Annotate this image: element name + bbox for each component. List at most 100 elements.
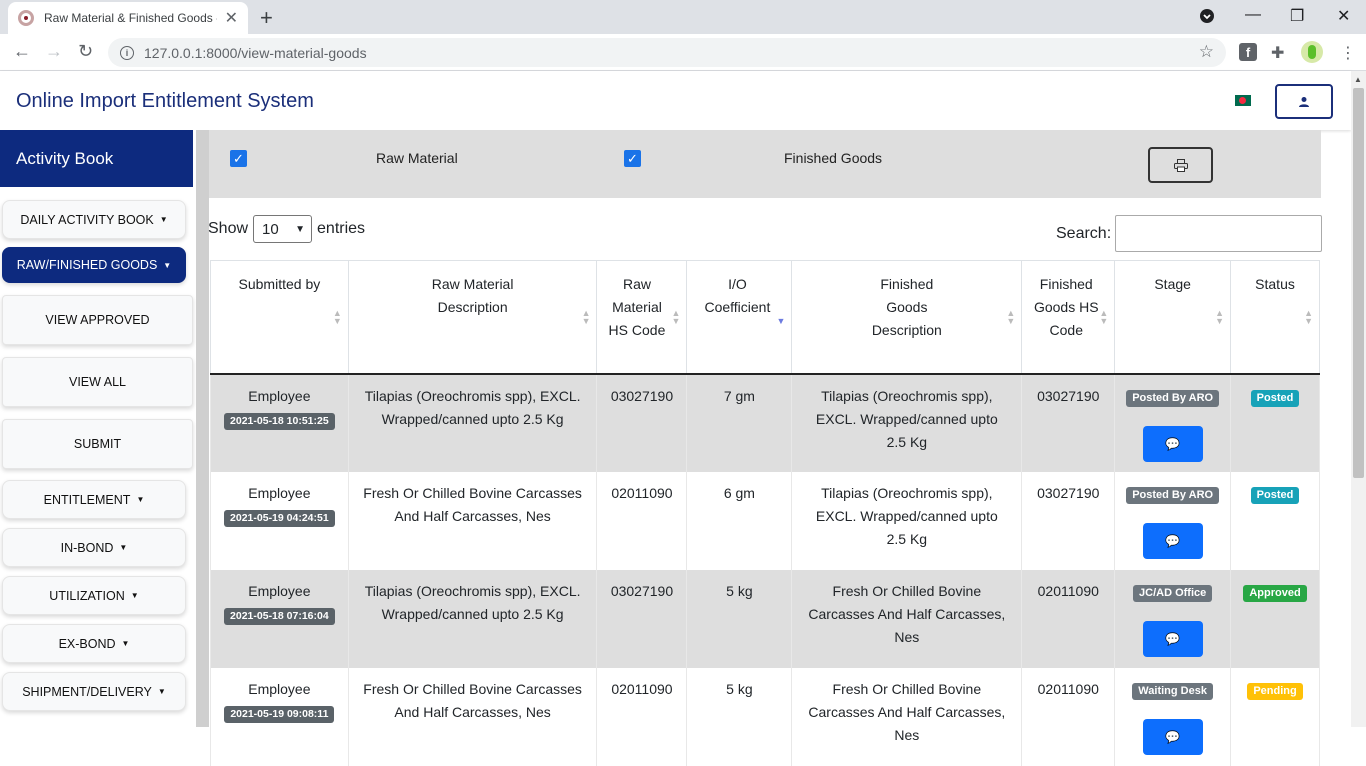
status-badge: Approved xyxy=(1243,584,1307,602)
sidebar-item-label: VIEW ALL xyxy=(69,375,126,389)
header-finished-goods-hs-code[interactable]: Finished Goods HS Code ▲ ▼ xyxy=(1021,260,1116,375)
close-tab-icon[interactable]: ✕ xyxy=(225,8,238,28)
header-raw-material-description[interactable]: Raw Material Description ▲ ▼ xyxy=(347,260,598,375)
comment-button[interactable]: 💬 xyxy=(1142,620,1203,657)
cell-stage: Posted By ARO 💬 xyxy=(1114,373,1232,472)
sort-icon: ▲ ▼ xyxy=(1006,308,1016,326)
new-tab-icon[interactable]: + xyxy=(260,5,273,31)
submitted-date-badge: 2021-05-19 09:08:11 xyxy=(224,705,335,723)
browser-menu-icon[interactable]: ⋮ xyxy=(1340,43,1358,62)
extensions-puzzle-icon[interactable]: ✚ xyxy=(1271,43,1289,62)
cell-stage: Posted By ARO 💬 xyxy=(1114,471,1232,570)
caret-down-icon: ▼ xyxy=(121,639,130,648)
cell-io-coefficient: 7 gm xyxy=(686,373,793,472)
submitted-date-badge: 2021-05-19 04:24:51 xyxy=(224,509,335,527)
caret-down-icon: ▼ xyxy=(136,495,145,504)
profile-avatar-icon[interactable] xyxy=(1301,41,1323,63)
printer-icon xyxy=(1173,158,1188,172)
cell-submitted-by: Employee 2021-05-18 10:51:25 xyxy=(210,373,349,472)
page-scrollbar[interactable]: ▲ xyxy=(1351,71,1366,727)
sidebar-item-label: EX-BOND xyxy=(58,636,116,651)
browser-tab[interactable]: Raw Material & Finished Goods - ... ✕ xyxy=(8,2,248,34)
comment-button[interactable]: 💬 xyxy=(1142,718,1203,755)
search-label: Search: xyxy=(1056,224,1112,242)
sidebar-item-view-all[interactable]: VIEW ALL xyxy=(2,357,193,407)
cell-raw-hs-code: 02011090 xyxy=(596,667,688,766)
close-window-icon[interactable]: ✕ xyxy=(1337,6,1350,26)
comment-icon: 💬 xyxy=(1165,631,1181,646)
entries-label: entries xyxy=(317,220,366,237)
reload-icon[interactable]: ↻ xyxy=(78,41,93,62)
sidebar-item-in-bond[interactable]: IN-BOND ▼ xyxy=(2,528,186,567)
cell-submitted-by: Employee 2021-05-19 04:24:51 xyxy=(210,471,349,570)
entries-select[interactable]: 10 ▼ xyxy=(253,215,313,243)
cell-io-coefficient: 5 kg xyxy=(686,569,793,668)
user-icon xyxy=(1299,96,1309,107)
sidebar-item-label: RAW/FINISHED GOODS xyxy=(16,258,158,272)
header-finished-goods-description[interactable]: Finished Goods Description ▲ ▼ xyxy=(791,260,1023,375)
cell-fg-hs-code: 03027190 xyxy=(1021,373,1116,472)
user-menu-button[interactable] xyxy=(1275,84,1333,119)
back-icon[interactable]: ← xyxy=(13,41,31,62)
sidebar-item-shipment-delivery[interactable]: SHIPMENT/DELIVERY ▼ xyxy=(2,672,186,711)
stage-badge: JC/AD Office xyxy=(1133,584,1213,602)
sort-icon: ▲ ▼ xyxy=(332,308,342,326)
minimize-icon[interactable]: — xyxy=(1245,6,1261,24)
sidebar-item-entitlement[interactable]: ENTITLEMENT ▼ xyxy=(2,480,186,519)
sidebar-item-daily-activity-book[interactable]: DAILY ACTIVITY BOOK ▼ xyxy=(2,200,186,239)
stage-badge: Waiting Desk xyxy=(1132,682,1213,700)
comment-button[interactable]: 💬 xyxy=(1142,425,1203,462)
header-io-coefficient[interactable]: I/O Coefficient ▼ xyxy=(686,260,793,375)
sidebar-item-raw-finished-goods[interactable]: RAW/FINISHED GOODS ▼ xyxy=(2,247,186,283)
facebook-extension-icon[interactable]: f xyxy=(1239,43,1257,61)
sidebar-item-utilization[interactable]: UTILIZATION ▼ xyxy=(2,576,186,615)
header-status[interactable]: Status ▲ ▼ xyxy=(1230,260,1320,375)
table-header-row: Submitted by ▲ ▼ Raw Material Description ▲… xyxy=(210,260,1320,375)
cell-fg-hs-code: 03027190 xyxy=(1021,471,1116,570)
caret-down-icon: ▼ xyxy=(163,260,172,270)
forward-icon[interactable]: → xyxy=(45,41,63,62)
comment-icon: 💬 xyxy=(1165,729,1181,744)
finished-goods-checkbox[interactable]: ✓ xyxy=(624,150,641,167)
sidebar-item-ex-bond[interactable]: EX-BOND ▼ xyxy=(2,624,186,663)
caret-down-icon: ▼ xyxy=(159,215,168,224)
cell-fg-description: Tilapias (Oreochromis spp), EXCL. Wrappe… xyxy=(791,471,1023,570)
show-entries-control: Show 10 ▼ entries xyxy=(208,215,365,243)
material-goods-table: Submitted by ▲ ▼ Raw Material Description ▲… xyxy=(210,260,1320,766)
search-control: Search: xyxy=(1056,215,1323,252)
bangladesh-flag-icon[interactable] xyxy=(1235,95,1251,106)
site-info-icon[interactable]: i xyxy=(120,45,134,60)
table-row: Employee 2021-05-18 07:16:04 Tilapias (Or… xyxy=(210,569,1320,668)
submitted-date-badge: 2021-05-18 07:16:04 xyxy=(224,607,335,625)
cell-fg-hs-code: 02011090 xyxy=(1021,667,1116,766)
table-row: Employee 2021-05-18 10:51:25 Tilapias (Or… xyxy=(210,373,1320,472)
scrollbar-thumb[interactable] xyxy=(1353,88,1364,478)
restore-icon[interactable]: ❐ xyxy=(1290,6,1304,26)
raw-material-checkbox[interactable]: ✓ xyxy=(230,150,247,167)
stage-badge: Posted By ARO xyxy=(1126,486,1220,504)
cell-raw-hs-code: 03027190 xyxy=(596,569,688,668)
sidebar-item-label: DAILY ACTIVITY BOOK xyxy=(20,212,154,227)
cell-raw-hs-code: 03027190 xyxy=(596,373,688,472)
sidebar-item-view-approved[interactable]: VIEW APPROVED xyxy=(2,295,193,345)
bookmark-star-icon[interactable]: ☆ xyxy=(1199,42,1214,62)
header-stage[interactable]: Stage ▲ ▼ xyxy=(1114,260,1232,375)
comment-button[interactable]: 💬 xyxy=(1142,522,1203,559)
sidebar-item-submit[interactable]: SUBMIT xyxy=(2,419,193,469)
print-button[interactable] xyxy=(1148,147,1213,183)
scroll-up-icon[interactable]: ▲ xyxy=(1354,75,1362,84)
comment-icon: 💬 xyxy=(1165,436,1181,451)
sidebar-item-label: UTILIZATION xyxy=(49,588,125,603)
sidebar-item-label: VIEW APPROVED xyxy=(45,313,150,327)
filter-bar: ✓ Raw Material ✓ Finished Goods xyxy=(209,130,1321,198)
table-row: Employee 2021-05-19 04:24:51 Fresh Or Chi… xyxy=(210,471,1320,570)
address-bar[interactable]: i 127.0.0.1:8000/view-material-goods ☆ xyxy=(108,38,1226,67)
cell-stage: Waiting Desk 💬 xyxy=(1114,667,1232,766)
header-raw-material-hs-code[interactable]: Raw Material HS Code ▲ ▼ xyxy=(596,260,688,375)
header-submitted-by[interactable]: Submitted by ▲ ▼ xyxy=(210,260,349,375)
search-input[interactable] xyxy=(1115,215,1323,252)
sort-icon: ▲ ▼ xyxy=(671,308,681,326)
profile-dropdown-icon[interactable] xyxy=(1199,8,1215,29)
cell-fg-description: Fresh Or Chilled Bovine Carcasses And Ha… xyxy=(791,667,1023,766)
sidebar-item-label: SHIPMENT/DELIVERY xyxy=(22,684,152,699)
